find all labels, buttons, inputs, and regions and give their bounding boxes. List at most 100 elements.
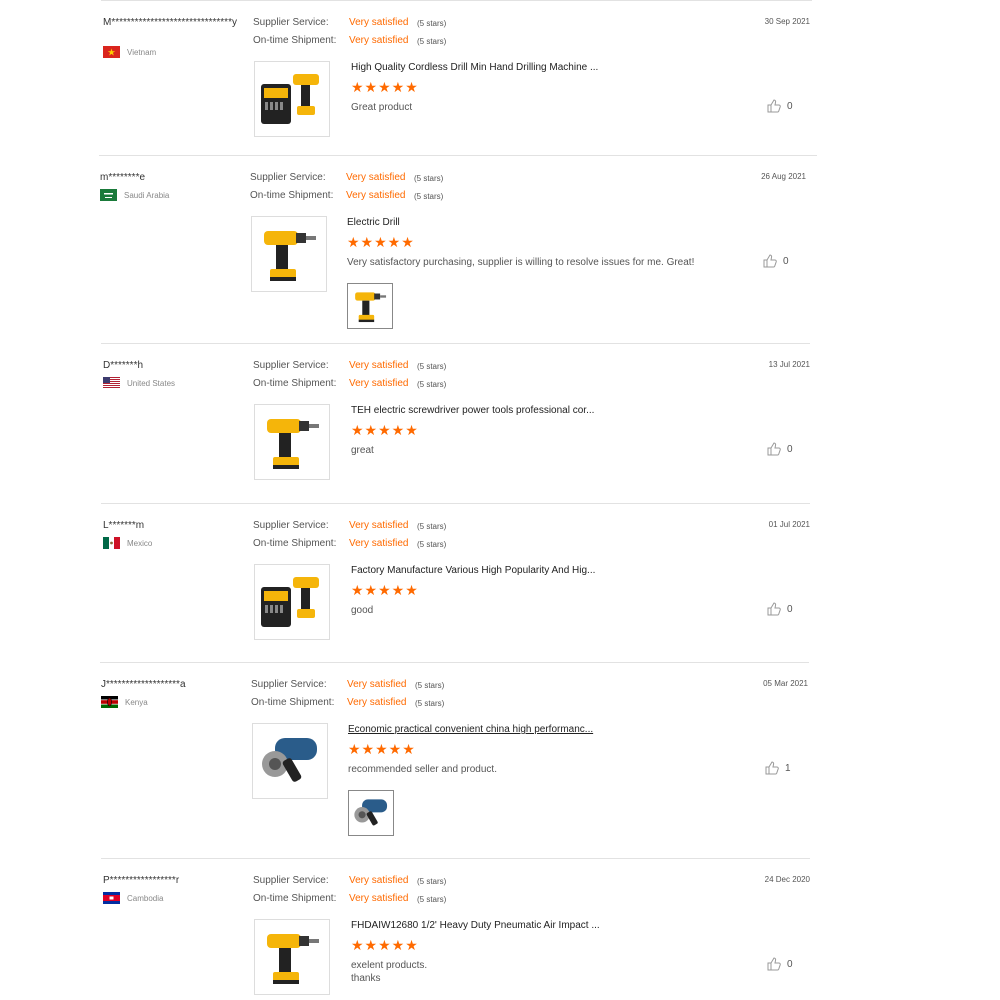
helpful-like-button[interactable]: 0 xyxy=(767,442,793,456)
review-separator xyxy=(100,662,809,663)
product-thumbnail[interactable] xyxy=(254,564,330,640)
supplier-service-stars: (5 stars) xyxy=(417,19,447,28)
ontime-shipment-label: On-time Shipment: xyxy=(251,697,335,708)
supplier-service-rating: Very satisfied xyxy=(349,520,409,531)
ontime-shipment-stars: (5 stars) xyxy=(417,895,447,904)
review-date: 01 Jul 2021 xyxy=(768,520,810,529)
kenya-flag xyxy=(101,696,118,708)
reviewer-country: United States xyxy=(103,377,175,389)
ontime-shipment-rating: Very satisfied xyxy=(347,697,407,708)
vietnam-flag xyxy=(103,46,120,58)
thumbs-up-icon xyxy=(767,99,781,113)
product-name-link[interactable]: Economic practical convenient china high… xyxy=(348,724,618,735)
usa-flag xyxy=(103,377,120,389)
country-name: United States xyxy=(127,378,176,388)
ontime-shipment-rating: Very satisfied xyxy=(349,35,409,46)
product-thumbnail[interactable] xyxy=(254,919,330,995)
review-photo-icon xyxy=(348,292,392,328)
country-name: Saudi Arabia xyxy=(124,190,170,200)
review-photo[interactable] xyxy=(348,790,394,836)
cambodia-flag xyxy=(103,892,120,904)
drill-icon xyxy=(255,934,329,994)
review-photo-icon xyxy=(349,799,393,835)
like-count: 0 xyxy=(787,443,793,455)
reviewer-country: Vietnam xyxy=(103,46,156,58)
product-thumbnail[interactable] xyxy=(254,61,330,137)
review-star-rating: ★★★★★ xyxy=(347,234,415,250)
product-name-link[interactable]: Electric Drill xyxy=(347,217,617,228)
product-name-link[interactable]: FHDAIW12680 1/2' Heavy Duty Pneumatic Ai… xyxy=(351,920,621,931)
review-comment: recommended seller and product. xyxy=(348,764,497,775)
helpful-like-button[interactable]: 0 xyxy=(767,602,793,616)
angle-grinder-icon xyxy=(253,738,327,798)
ontime-shipment-rating: Very satisfied xyxy=(346,190,406,201)
review-star-rating: ★★★★★ xyxy=(351,422,419,438)
supplier-service-label: Supplier Service: xyxy=(253,520,329,531)
reviewer-name: m********e xyxy=(100,172,146,183)
product-name-link[interactable]: Factory Manufacture Various High Popular… xyxy=(351,565,621,576)
supplier-service-rating: Very satisfied xyxy=(346,172,406,183)
thumbs-up-icon xyxy=(767,602,781,616)
like-count: 0 xyxy=(783,255,789,267)
supplier-service-rating: Very satisfied xyxy=(347,679,407,690)
thumbs-up-icon xyxy=(767,442,781,456)
review-comment: exelent products. thanks xyxy=(351,960,428,984)
ontime-shipment-stars: (5 stars) xyxy=(417,540,447,549)
supplier-service-stars: (5 stars) xyxy=(417,877,447,886)
supplier-service-label: Supplier Service: xyxy=(250,172,326,183)
reviewer-name: P*****************r xyxy=(103,875,180,886)
review-separator xyxy=(101,858,810,859)
review-comment: Very satisfactory purchasing, supplier i… xyxy=(347,257,695,268)
supplier-service-stars: (5 stars) xyxy=(415,681,445,690)
review-comment: good xyxy=(351,605,374,616)
supplier-service-stars: (5 stars) xyxy=(417,362,447,371)
product-name-link[interactable]: High Quality Cordless Drill Min Hand Dri… xyxy=(351,62,621,73)
review-separator xyxy=(101,503,810,504)
reviewer-country: Mexico xyxy=(103,537,152,549)
review-photo[interactable] xyxy=(347,283,393,329)
product-thumbnail[interactable] xyxy=(252,723,328,799)
drill-kit-icon xyxy=(255,577,329,639)
helpful-like-button[interactable]: 1 xyxy=(765,761,791,775)
ontime-shipment-label: On-time Shipment: xyxy=(253,538,337,549)
ontime-shipment-label: On-time Shipment: xyxy=(250,190,334,201)
product-thumbnail[interactable] xyxy=(251,216,327,292)
country-name: Vietnam xyxy=(127,47,157,57)
supplier-service-rating: Very satisfied xyxy=(349,17,409,28)
supplier-service-label: Supplier Service: xyxy=(251,679,327,690)
reviewer-country: Saudi Arabia xyxy=(100,189,169,201)
review-date: 26 Aug 2021 xyxy=(761,172,806,181)
mexico-flag xyxy=(103,537,120,549)
supplier-service-stars: (5 stars) xyxy=(414,174,444,183)
ontime-shipment-stars: (5 stars) xyxy=(417,37,447,46)
supplier-service-label: Supplier Service: xyxy=(253,875,329,886)
country-name: Mexico xyxy=(127,538,153,548)
like-count: 1 xyxy=(785,762,791,774)
like-count: 0 xyxy=(787,100,793,112)
supplier-service-stars: (5 stars) xyxy=(417,522,447,531)
ontime-shipment-label: On-time Shipment: xyxy=(253,893,337,904)
supplier-service-rating: Very satisfied xyxy=(349,875,409,886)
review-star-rating: ★★★★★ xyxy=(351,582,419,598)
review-separator xyxy=(101,0,812,1)
ontime-shipment-stars: (5 stars) xyxy=(415,699,445,708)
review-comment: Great product xyxy=(351,102,413,113)
review-date: 05 Mar 2021 xyxy=(763,679,808,688)
product-name-link[interactable]: TEH electric screwdriver power tools pro… xyxy=(351,405,621,416)
helpful-like-button[interactable]: 0 xyxy=(767,99,793,113)
thumbs-up-icon xyxy=(765,761,779,775)
drill-icon xyxy=(255,419,329,479)
supplier-service-label: Supplier Service: xyxy=(253,360,329,371)
product-thumbnail[interactable] xyxy=(254,404,330,480)
drill-icon xyxy=(252,231,326,291)
reviewer-name: L*******m xyxy=(103,520,145,531)
helpful-like-button[interactable]: 0 xyxy=(767,957,793,971)
thumbs-up-icon xyxy=(767,957,781,971)
review-star-rating: ★★★★★ xyxy=(351,937,419,953)
reviewer-name: M*******************************y xyxy=(103,17,237,28)
like-count: 0 xyxy=(787,958,793,970)
review-date: 30 Sep 2021 xyxy=(764,17,810,26)
review-separator xyxy=(99,155,817,156)
helpful-like-button[interactable]: 0 xyxy=(763,254,789,268)
ontime-shipment-stars: (5 stars) xyxy=(414,192,444,201)
